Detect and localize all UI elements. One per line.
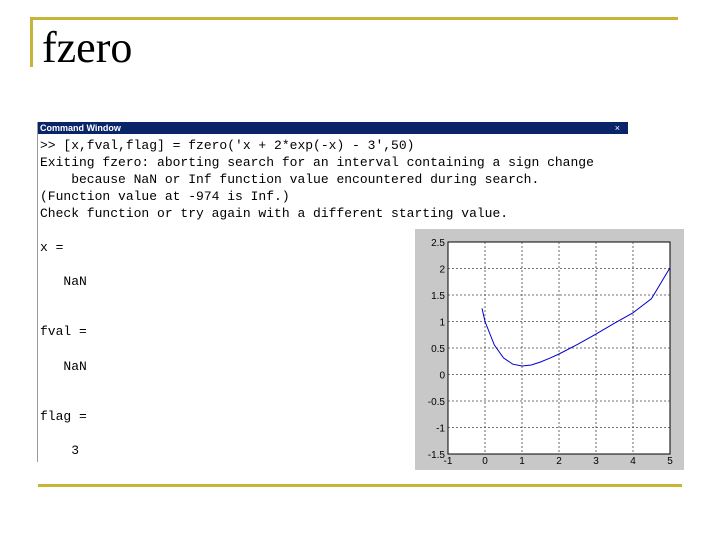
figure-window: -1 0 1 2 3 4 5 2.5 2 1.5 1 0.5 0 -0.5 -1 -1.5: [415, 229, 684, 470]
y-tick-label: 0.5: [431, 344, 445, 355]
x-tick-label: 0: [482, 456, 488, 467]
y-tick-label: -1: [436, 424, 445, 435]
y-tick-label: -1.5: [428, 450, 446, 461]
output-line: flag =: [40, 409, 87, 424]
output-line: 3: [40, 443, 80, 458]
decorative-bottom-rule: [38, 484, 682, 487]
command-window-titlebar[interactable]: Command Window ×: [38, 122, 628, 134]
output-line: (Function value at -974 is Inf.): [40, 189, 290, 204]
y-tick-label: 2: [439, 265, 445, 276]
slide-title: fzero: [42, 23, 133, 72]
plot: -1 0 1 2 3 4 52.521.510.50-0.5-1-1.5: [428, 238, 673, 467]
decorative-left-rule: [30, 17, 33, 67]
output-line: NaN: [40, 359, 87, 374]
decorative-top-rule: [30, 17, 678, 20]
command-window-title: Command Window: [40, 123, 121, 133]
x-tick-label: 1: [519, 456, 525, 467]
output-line: NaN: [40, 274, 87, 289]
output-line: x =: [40, 240, 64, 255]
output-line: Exiting fzero: aborting search for an in…: [40, 155, 594, 170]
output-line: Check function or try again with a diffe…: [40, 206, 509, 221]
x-tick-label: 3: [593, 456, 599, 467]
x-tick-label: 4: [630, 456, 636, 467]
y-tick-label: 1.5: [431, 291, 445, 302]
y-tick-label: 2.5: [431, 238, 445, 249]
command-line: >> [x,fval,flag] = fzero('x + 2*exp(-x) …: [40, 138, 415, 153]
x-tick-label: 2: [556, 456, 562, 467]
output-line: fval =: [40, 324, 87, 339]
y-tick-label: 1: [439, 318, 445, 329]
output-line: because NaN or Inf function value encoun…: [40, 172, 540, 187]
x-tick-label: 5: [667, 456, 673, 467]
undock-icon[interactable]: ×: [615, 122, 620, 134]
y-tick-label: -0.5: [428, 397, 446, 408]
y-tick-label: 0: [439, 371, 445, 382]
